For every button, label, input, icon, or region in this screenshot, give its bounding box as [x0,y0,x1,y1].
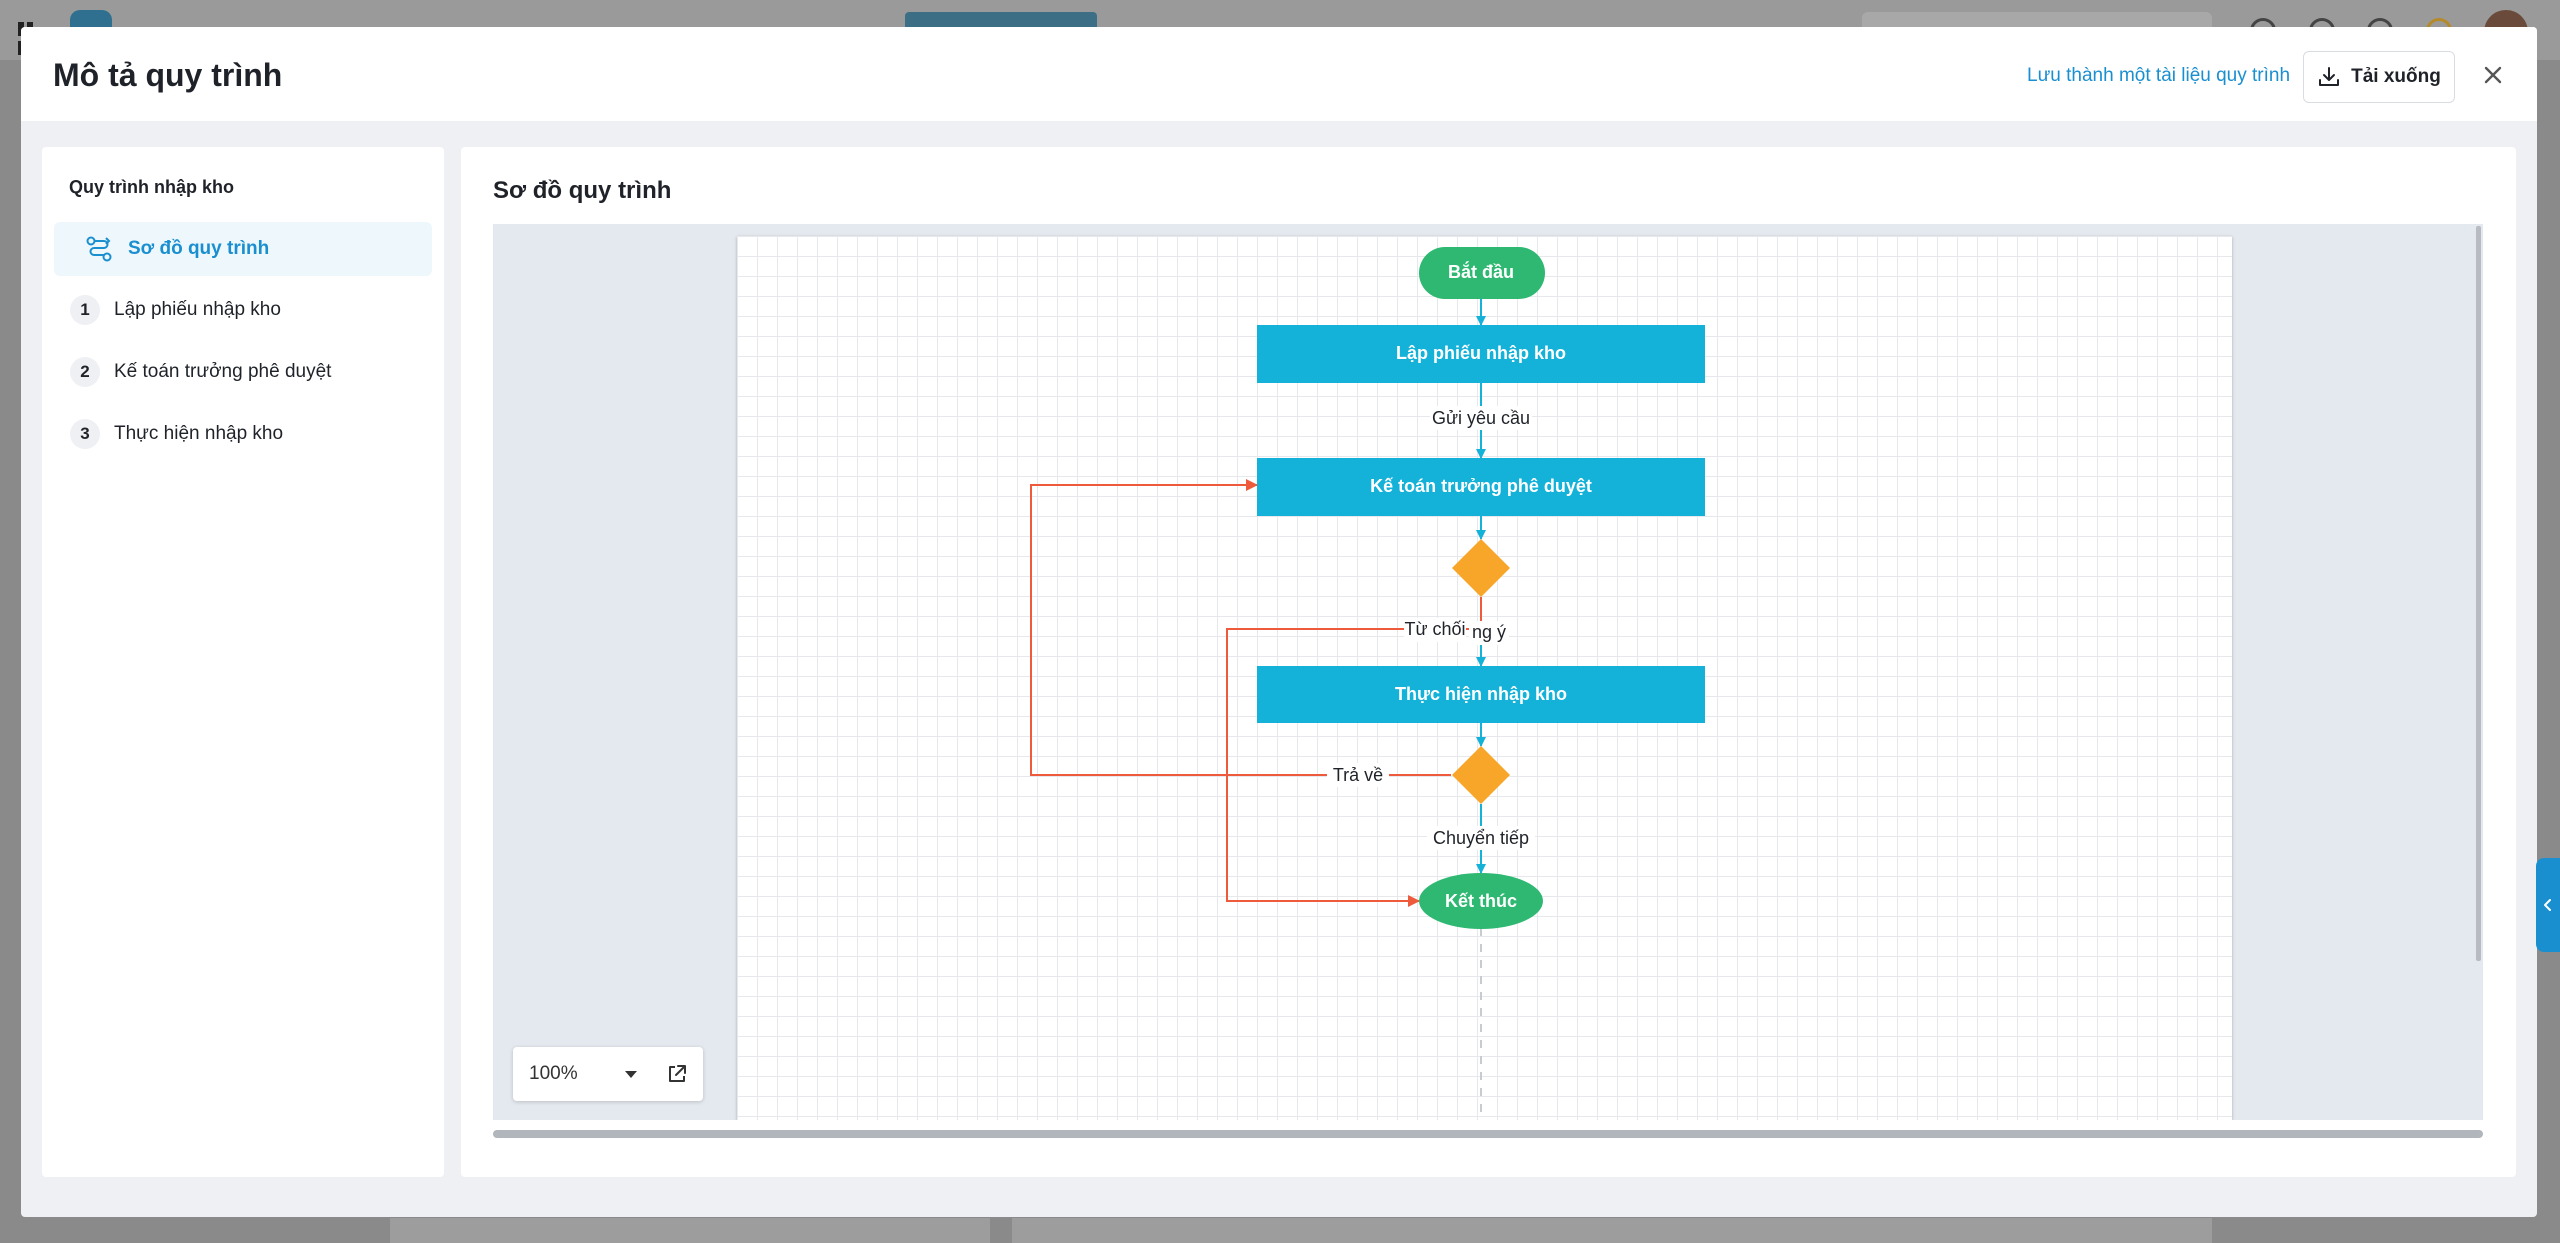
nav-item-step-1[interactable]: 1 Lập phiếu nhập kho [54,283,432,337]
diagram-canvas[interactable]: Bắt đầu Lập phiếu nhập kho Kế toán trưởn… [493,224,2483,1120]
nav-item-step-2[interactable]: 2 Kế toán trưởng phê duyệt [54,345,432,399]
edge-label-reject: Từ chối [1404,619,1465,639]
diagram-panel: Sơ đồ quy trình Bắt đầu Lập phiếu nhập k… [461,147,2516,1177]
edge-label-send-request: Gửi yêu cầu [1432,408,1530,428]
modal-title: Mô tả quy trình [53,57,283,93]
close-icon[interactable] [2479,61,2507,89]
edge-label-forward: Chuyển tiếp [1433,828,1529,848]
diagram-page: Bắt đầu Lập phiếu nhập kho Kế toán trưởn… [737,236,2232,1120]
export-icon[interactable] [665,1062,689,1086]
nav-item-step-3[interactable]: 3 Thực hiện nhập kho [54,407,432,461]
chevron-down-icon[interactable] [625,1070,637,1078]
task-node-label: Kế toán trưởng phê duyệt [1370,476,1592,496]
task-node-label: Thực hiện nhập kho [1395,684,1567,704]
step-number-badge: 3 [70,419,100,449]
save-as-process-document-link[interactable]: Lưu thành một tài liệu quy trình [2027,65,2290,87]
task-node-label: Lập phiếu nhập kho [1396,343,1566,363]
edge-reject [1226,597,1482,907]
background-footer-right [1012,1218,2212,1243]
step-number-badge: 1 [70,295,100,325]
step-number-badge: 2 [70,357,100,387]
start-node-label: Bắt đầu [1448,261,1514,282]
zoom-level[interactable]: 100% [529,1063,625,1085]
edge-label-return: Trả về [1333,765,1383,785]
vertical-scrollbar[interactable] [2476,226,2481,961]
flow-diagram-icon [86,236,112,262]
flowchart: Bắt đầu Lập phiếu nhập kho Kế toán trưởn… [1030,247,1705,1120]
side-panel-toggle[interactable] [2536,858,2560,952]
nav-item-label: Lập phiếu nhập kho [114,299,281,320]
decision-node-execution [1452,746,1510,804]
download-button[interactable]: Tải xuống [2303,51,2455,103]
nav-item-label: Sơ đồ quy trình [128,238,270,259]
decision-node-approval [1452,539,1510,597]
nav-item-label: Thực hiện nhập kho [114,423,284,444]
nav-item-flow-diagram[interactable]: Sơ đồ quy trình [54,222,432,276]
end-node-label: Kết thúc [1445,891,1517,911]
horizontal-scrollbar[interactable] [493,1130,2483,1138]
background-footer-left [390,1218,990,1243]
download-label: Tải xuống [2351,66,2441,87]
zoom-control: 100% [513,1047,703,1101]
download-icon [2319,67,2340,86]
edge-label-approve: ng ý [1472,622,1506,642]
section-title: Sơ đồ quy trình [493,177,672,204]
process-name: Quy trình nhập kho [69,177,234,197]
process-description-modal: Mô tả quy trình Lưu thành một tài liệu q… [21,27,2537,1217]
process-outline-panel: Quy trình nhập kho Sơ đồ quy trình 1 Lập… [42,147,444,1177]
nav-item-label: Kế toán trưởng phê duyệt [114,361,332,382]
modal-header: Mô tả quy trình Lưu thành một tài liệu q… [21,27,2537,121]
chevron-left-icon [2544,899,2551,911]
